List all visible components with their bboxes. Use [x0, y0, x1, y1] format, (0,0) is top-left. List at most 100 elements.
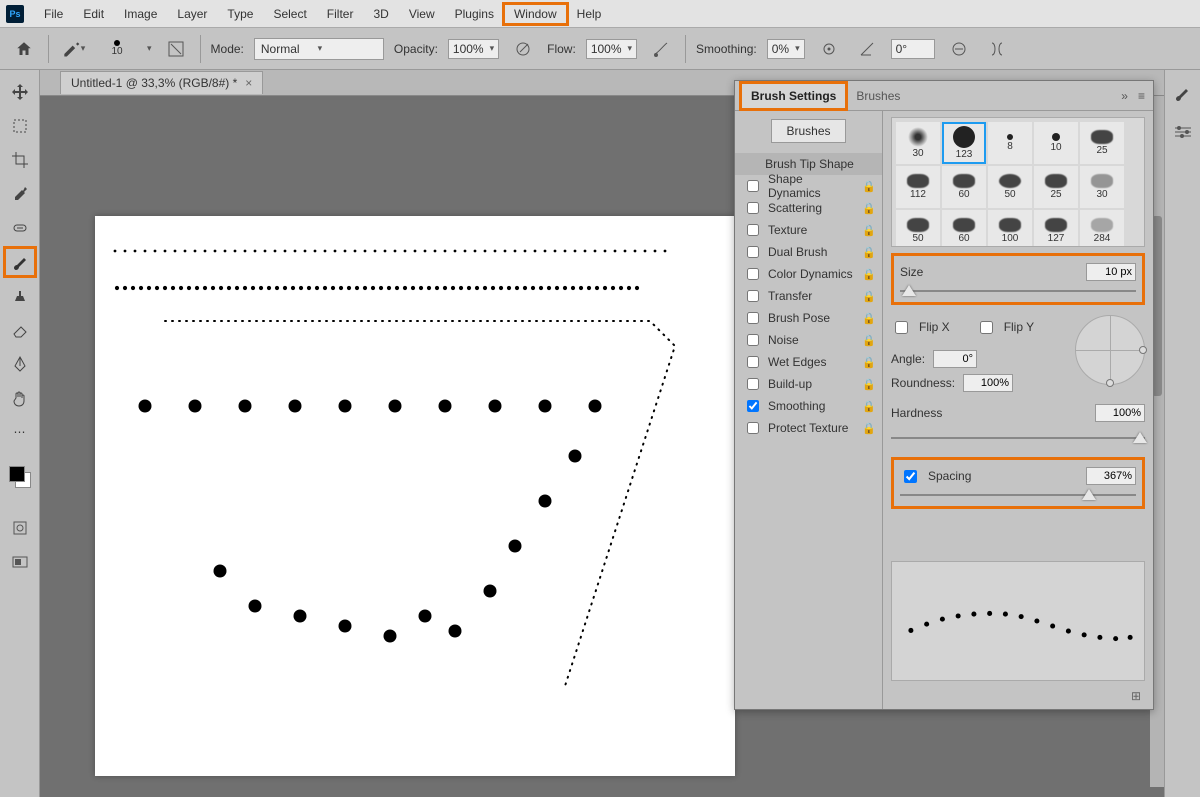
marquee-tool[interactable]	[5, 112, 35, 140]
chevron-down-icon[interactable]: ▾	[147, 43, 152, 54]
menu-3d[interactable]: 3D	[363, 3, 398, 25]
brush-thumb[interactable]: 284	[1080, 210, 1124, 247]
cb-dual-brush[interactable]	[747, 246, 759, 258]
cb-transfer[interactable]	[747, 290, 759, 302]
angle-widget[interactable]	[1075, 315, 1145, 385]
cb-brush-pose[interactable]	[747, 312, 759, 324]
brush-thumb[interactable]: 60	[942, 166, 986, 208]
tool-preset-icon[interactable]: ▾	[59, 35, 87, 63]
cb-flip-y[interactable]	[980, 321, 993, 334]
adjustments-panel-icon[interactable]	[1169, 118, 1197, 146]
eyedropper-tool[interactable]	[5, 180, 35, 208]
flow-input[interactable]: 100%▾	[586, 39, 637, 59]
hardness-input[interactable]	[1095, 404, 1145, 422]
crop-tool[interactable]	[5, 146, 35, 174]
spacing-input[interactable]	[1086, 467, 1136, 485]
hardness-slider[interactable]	[891, 431, 1145, 445]
pen-tool[interactable]	[5, 350, 35, 378]
brush-thumb[interactable]: 30	[896, 122, 940, 164]
panel-menu-icon[interactable]: ≡	[1138, 89, 1145, 103]
lock-icon[interactable]: 🔒	[862, 180, 876, 193]
menu-view[interactable]: View	[399, 3, 445, 25]
brush-thumb[interactable]: 30	[1080, 166, 1124, 208]
cb-protect-texture[interactable]	[747, 422, 759, 434]
menu-image[interactable]: Image	[114, 3, 167, 25]
brush-angle-input[interactable]: 0°	[891, 39, 935, 59]
new-brush-icon[interactable]: ⊞	[891, 687, 1145, 703]
cb-shape-dynamics[interactable]	[747, 180, 759, 192]
brushes-button[interactable]: Brushes	[771, 119, 845, 143]
menu-plugins[interactable]: Plugins	[445, 3, 504, 25]
row-wet-edges[interactable]: Wet Edges🔒	[735, 351, 882, 373]
row-texture[interactable]: Texture🔒	[735, 219, 882, 241]
cb-spacing[interactable]	[904, 470, 917, 483]
smoothing-options-icon[interactable]	[815, 35, 843, 63]
close-icon[interactable]: ×	[245, 76, 252, 90]
collapse-icon[interactable]: »	[1121, 89, 1128, 103]
brush-thumb[interactable]: 10	[1034, 122, 1078, 164]
lock-icon[interactable]: 🔒	[862, 268, 876, 281]
brush-thumb[interactable]: 8	[988, 122, 1032, 164]
brush-angle-icon[interactable]	[853, 35, 881, 63]
screen-mode-icon[interactable]	[5, 548, 35, 576]
lock-icon[interactable]: 🔒	[862, 378, 876, 391]
clone-stamp-tool[interactable]	[5, 282, 35, 310]
brush-thumb[interactable]: 127	[1034, 210, 1078, 247]
menu-filter[interactable]: Filter	[317, 3, 364, 25]
row-build-up[interactable]: Build-up🔒	[735, 373, 882, 395]
row-protect-texture[interactable]: Protect Texture🔒	[735, 417, 882, 439]
row-shape-dynamics[interactable]: Shape Dynamics🔒	[735, 175, 882, 197]
tab-brush-settings[interactable]: Brush Settings	[741, 83, 846, 109]
canvas[interactable]	[95, 216, 735, 776]
lock-icon[interactable]: 🔒	[862, 312, 876, 325]
cb-scattering[interactable]	[747, 202, 759, 214]
cb-wet-edges[interactable]	[747, 356, 759, 368]
menu-type[interactable]: Type	[217, 3, 263, 25]
lock-icon[interactable]: 🔒	[862, 334, 876, 347]
row-transfer[interactable]: Transfer🔒	[735, 285, 882, 307]
cb-build-up[interactable]	[747, 378, 759, 390]
brush-thumb-selected[interactable]: 123	[942, 122, 986, 164]
size-input[interactable]	[1086, 263, 1136, 281]
brush-thumb[interactable]: 50	[896, 210, 940, 247]
cb-texture[interactable]	[747, 224, 759, 236]
blend-mode-dropdown[interactable]: Normal▾	[254, 38, 384, 60]
size-slider[interactable]	[900, 284, 1136, 298]
row-brush-pose[interactable]: Brush Pose🔒	[735, 307, 882, 329]
menu-file[interactable]: File	[34, 3, 73, 25]
lock-icon[interactable]: 🔒	[862, 224, 876, 237]
pressure-size-icon[interactable]	[945, 35, 973, 63]
menu-window[interactable]: Window	[504, 4, 567, 24]
lock-icon[interactable]: 🔒	[862, 246, 876, 259]
lock-icon[interactable]: 🔒	[862, 400, 876, 413]
brush-thumb[interactable]: 25	[1080, 122, 1124, 164]
brush-thumb[interactable]: 50	[988, 166, 1032, 208]
smoothing-input[interactable]: 0%▾	[767, 39, 805, 59]
brush-thumb[interactable]: 25	[1034, 166, 1078, 208]
brush-thumb[interactable]: 100	[988, 210, 1032, 247]
cb-noise[interactable]	[747, 334, 759, 346]
brush-thumb[interactable]: 60	[942, 210, 986, 247]
menu-edit[interactable]: Edit	[73, 3, 114, 25]
hand-tool[interactable]	[5, 384, 35, 412]
angle-input[interactable]	[933, 350, 977, 368]
brush-tool[interactable]	[5, 248, 35, 276]
brush-thumb[interactable]: 112	[896, 166, 940, 208]
more-tools[interactable]: ⋯	[5, 418, 35, 446]
spacing-slider[interactable]	[900, 488, 1136, 502]
lock-icon[interactable]: 🔒	[862, 202, 876, 215]
document-tab[interactable]: Untitled-1 @ 33,3% (RGB/8#) * ×	[60, 71, 263, 94]
brush-panel-toggle-icon[interactable]	[162, 35, 190, 63]
eraser-tool[interactable]	[5, 316, 35, 344]
row-scattering[interactable]: Scattering🔒	[735, 197, 882, 219]
opacity-input[interactable]: 100%▾	[448, 39, 499, 59]
healing-brush-tool[interactable]	[5, 214, 35, 242]
row-smoothing[interactable]: Smoothing🔒	[735, 395, 882, 417]
symmetry-icon[interactable]	[983, 35, 1011, 63]
row-color-dynamics[interactable]: Color Dynamics🔒	[735, 263, 882, 285]
tab-brushes[interactable]: Brushes	[846, 83, 910, 109]
home-icon[interactable]	[10, 35, 38, 63]
roundness-input[interactable]	[963, 374, 1013, 392]
brush-panel-icon[interactable]	[1169, 80, 1197, 108]
cb-flip-x[interactable]	[895, 321, 908, 334]
